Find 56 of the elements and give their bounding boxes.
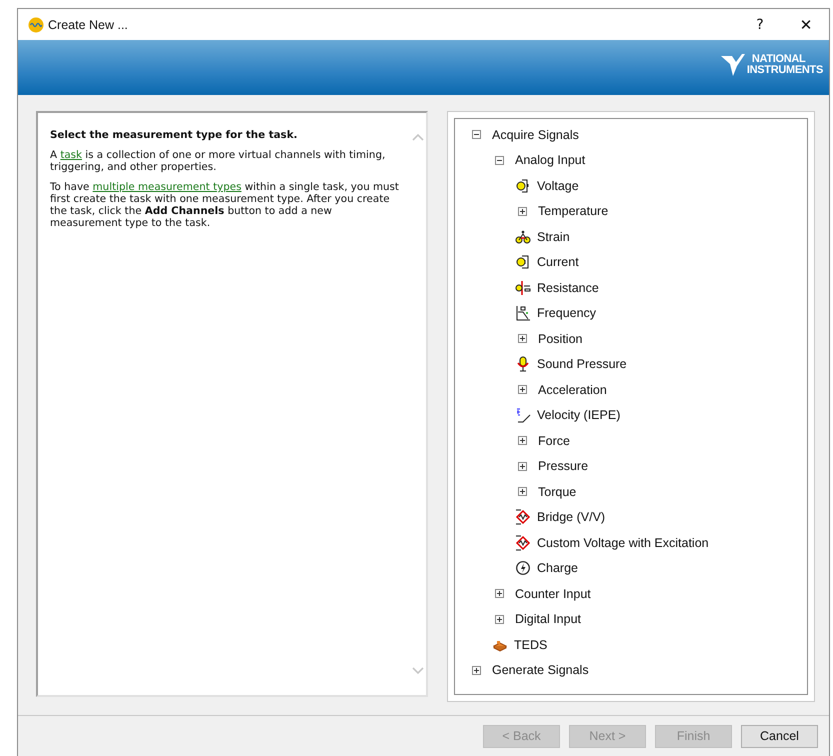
current-icon — [515, 254, 531, 270]
tree-item[interactable]: Pressure — [538, 459, 588, 474]
close-button[interactable]: ✕ — [783, 10, 829, 40]
tree-item[interactable]: Frequency — [537, 306, 596, 320]
app-logo-icon — [28, 16, 44, 32]
tree-item[interactable]: Acquire Signals — [492, 128, 579, 142]
tree-item[interactable]: Generate Signals — [492, 663, 589, 678]
expand-icon[interactable] — [518, 462, 527, 471]
tree-item[interactable]: Acceleration — [538, 382, 607, 397]
tree-item[interactable]: Resistance — [537, 280, 599, 295]
help-button[interactable]: ? — [737, 10, 783, 40]
frequency-icon — [515, 305, 531, 322]
expand-icon[interactable] — [518, 385, 527, 394]
expand-icon[interactable] — [495, 589, 504, 598]
lightning-circle-icon — [515, 560, 531, 576]
logo-text: NATIONAL — [750, 54, 806, 65]
resistance-icon — [515, 280, 531, 296]
voltage-icon — [515, 178, 531, 194]
tree-item[interactable]: Sound Pressure — [537, 357, 627, 372]
collapse-icon[interactable] — [495, 156, 504, 165]
tree-item[interactable]: Force — [538, 434, 570, 448]
expand-icon[interactable] — [518, 334, 527, 344]
collapse-icon[interactable] — [472, 130, 481, 140]
velocity-icon — [515, 407, 531, 424]
microphone-icon — [515, 356, 531, 372]
tree-item[interactable]: Torque — [538, 484, 576, 499]
tree-item[interactable]: Current — [537, 255, 579, 270]
help-link[interactable]: multiple measurement types — [92, 181, 242, 193]
window-title: Create New ... — [48, 18, 129, 32]
help-link[interactable]: task — [60, 149, 82, 161]
bridge-icon — [515, 534, 531, 551]
tree-item[interactable]: Digital Input — [515, 612, 582, 626]
tree-item[interactable]: Velocity (IEPE) — [537, 408, 620, 422]
bridge-icon — [515, 509, 531, 526]
logo-text: INSTRUMENTS — [746, 65, 823, 76]
tree-item[interactable]: Strain — [537, 230, 570, 244]
help-paragraph: To have multiple measurement types within a single task, you must first create the task with one measurement type. After you create the task, click the Add Channels button to add a new measurement type to the task. — [50, 181, 399, 229]
help-heading: Select the measurement type for the task. — [50, 129, 298, 141]
expand-icon[interactable] — [495, 614, 504, 624]
expand-icon[interactable] — [518, 487, 527, 496]
tree-item[interactable]: Position — [538, 332, 582, 346]
tree-item[interactable]: Bridge (V/V) — [537, 510, 606, 524]
expand-icon[interactable] — [518, 206, 527, 216]
wizard-button[interactable]: Cancel — [741, 724, 818, 748]
tree-item[interactable]: Counter Input — [515, 586, 591, 601]
tree-item[interactable]: Custom Voltage with Excitation — [537, 536, 709, 550]
tree-item[interactable]: Temperature — [538, 204, 608, 218]
tree-item[interactable]: Charge — [537, 561, 578, 576]
tree-item[interactable]: TEDS — [514, 638, 548, 652]
eagle-logo-icon — [720, 52, 746, 78]
strain-icon — [515, 228, 531, 245]
help-paragraph: A task is a collection of one or more virtual channels with timing, triggering, and other properties. — [50, 149, 386, 173]
expand-icon[interactable] — [472, 666, 481, 675]
tree-item[interactable]: Analog Input — [515, 153, 586, 168]
tree-item[interactable]: Voltage — [537, 178, 579, 193]
expand-icon[interactable] — [518, 436, 527, 446]
